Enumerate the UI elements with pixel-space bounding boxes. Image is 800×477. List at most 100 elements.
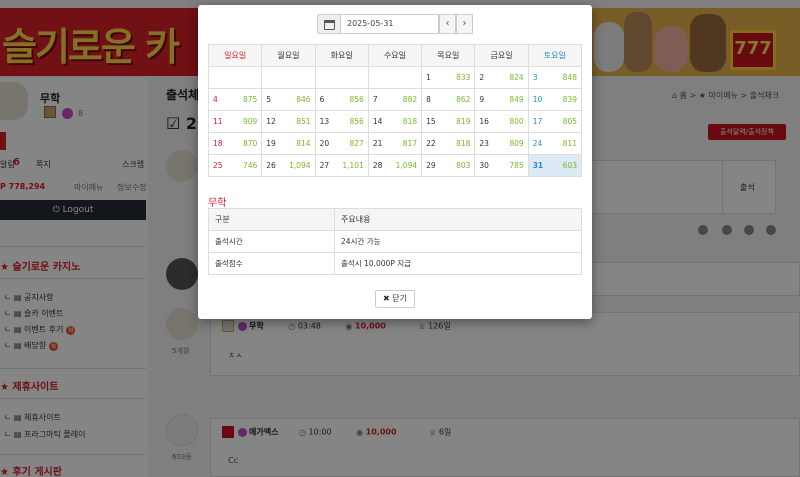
attendance-count: 1,101: [342, 161, 364, 170]
attendance-count: 856: [349, 117, 364, 126]
close-button[interactable]: ✖ 닫기: [375, 290, 415, 308]
attendance-count: 805: [562, 117, 577, 126]
calendar-empty-cell: [314, 66, 369, 89]
calendar-week-row: 11 909 12 851 13 856 14 818 15 819 16 800 17 805: [207, 110, 583, 133]
info-value: 출석시 10,000P 지급: [334, 252, 582, 275]
day-number: 30: [479, 161, 489, 170]
date-input[interactable]: 2025-05-31: [341, 14, 439, 34]
calendar-empty-cell: [367, 66, 423, 89]
attendance-count: 827: [349, 139, 364, 148]
calendar-empty-cell: [261, 66, 316, 89]
calendar-day-cell: 8 862: [421, 88, 476, 111]
attendance-count: 811: [562, 139, 577, 148]
calendar-day-cell: 19 814: [261, 132, 316, 155]
attendance-count: 909: [242, 117, 258, 126]
day-number: 22: [426, 139, 436, 148]
calendar-week-row: 1 833 2 824 3 848: [207, 66, 583, 89]
attendance-count: 818: [402, 117, 418, 126]
day-number: 24: [532, 139, 543, 148]
day-number: 17: [532, 117, 543, 126]
info-key: 출석점수: [208, 252, 335, 275]
attendance-count: 800: [509, 117, 524, 126]
attendance-count: 814: [296, 139, 311, 148]
day-number: 2: [479, 73, 485, 82]
calendar-day-cell: 30 785: [474, 154, 529, 177]
day-number: 25: [213, 161, 223, 170]
day-number: 8: [426, 95, 431, 104]
day-number: 3: [532, 73, 538, 82]
calendar-day-cell: 14 818: [367, 110, 423, 133]
calendar-day-cell: 1 833: [421, 66, 476, 89]
attendance-count: 875: [242, 95, 258, 104]
weekday-header-thu: 목요일: [421, 44, 476, 67]
modal-user-name: 무학: [208, 198, 227, 209]
calendar-day-cell: 22 818: [421, 132, 476, 155]
attendance-count: 818: [456, 139, 471, 148]
info-value: 24시간 가능: [334, 230, 582, 253]
calendar-day-cell: 28 1,094: [367, 154, 423, 177]
calendar-day-cell: 10 839: [527, 88, 583, 111]
day-number: 23: [479, 139, 489, 148]
calendar-day-cell: 27 1,101: [314, 154, 369, 177]
calendar-day-cell: 18 870: [207, 132, 263, 155]
day-number: 31: [532, 161, 544, 170]
day-number: 15: [426, 117, 436, 126]
calendar-day-cell: 15 819: [421, 110, 476, 133]
calendar-day-cell: 2 824: [474, 66, 529, 89]
calendar-day-cell: 9 849: [474, 88, 529, 111]
calendar-day-cell: 3 848: [527, 66, 583, 89]
calendar-empty-cell: [207, 66, 263, 89]
attendance-count: 809: [509, 139, 524, 148]
attendance-count: 1,094: [395, 161, 418, 170]
table-row: 출석점수 출석시 10,000P 지급: [208, 252, 582, 275]
prev-month-button[interactable]: ‹: [439, 14, 456, 34]
calendar-day-cell: 21 817: [367, 132, 423, 155]
attendance-count: 882: [402, 95, 418, 104]
attendance-count: 848: [562, 73, 577, 82]
calendar-day-cell: 11 909: [207, 110, 263, 133]
day-number: 13: [319, 117, 330, 126]
day-number: 19: [266, 139, 276, 148]
info-header: 주요내용: [334, 208, 582, 231]
weekday-header-fri: 금요일: [474, 44, 529, 67]
day-number: 20: [319, 139, 330, 148]
attendance-count: 849: [509, 95, 524, 104]
weekday-header-sun: 일요일: [207, 44, 263, 67]
calendar-day-cell: 7 882: [367, 88, 423, 111]
day-number: 7: [372, 95, 378, 104]
attendance-count: 870: [242, 139, 258, 148]
weekday-header-tue: 화요일: [314, 44, 369, 67]
day-number: 9: [479, 95, 485, 104]
day-number: 6: [319, 95, 325, 104]
day-number: 27: [319, 161, 330, 170]
day-number: 29: [426, 161, 436, 170]
calendar-day-cell: 20 827: [314, 132, 369, 155]
day-number: 18: [213, 139, 223, 148]
attendance-count: 746: [242, 161, 258, 170]
day-number: 16: [479, 117, 489, 126]
next-month-button[interactable]: ›: [456, 14, 473, 34]
info-key: 출석시간: [208, 230, 335, 253]
calendar-day-cell: 4 875: [207, 88, 263, 111]
calendar-day-cell: 16 800: [474, 110, 529, 133]
calendar-day-cell: 23 809: [474, 132, 529, 155]
calendar-week-row: 4 875 5 846 6 856 7 882 8 862 9 849 10 839: [207, 88, 583, 111]
calendar-day-cell: 5 846: [261, 88, 316, 111]
attendance-count: 846: [296, 95, 311, 104]
calendar-week-row: 25 746 26 1,094 27 1,101 28 1,094 29 803 30 785 31 60…: [207, 154, 583, 177]
calendar-icon[interactable]: [317, 14, 341, 34]
attendance-calendar: 일요일 월요일 화요일 수요일 목요일 금요일 토요일 1 833 2 824 3 848 4 875 5 8…: [207, 44, 583, 177]
day-number: 12: [266, 117, 276, 126]
attendance-count: 1,094: [289, 161, 311, 170]
calendar-day-cell: 6 856: [314, 88, 369, 111]
attendance-info-table: 구분 주요내용 출석시간 24시간 가능 출석점수 출석시 10,000P 지급: [208, 208, 582, 275]
calendar-day-cell: 25 746: [207, 154, 263, 177]
calendar-day-cell: 31 603: [527, 154, 583, 177]
attendance-count: 862: [456, 95, 471, 104]
calendar-day-cell: 17 805: [527, 110, 583, 133]
day-number: 21: [372, 139, 383, 148]
weekday-header-sat: 토요일: [527, 44, 583, 67]
attendance-count: 856: [349, 95, 364, 104]
day-number: 26: [266, 161, 276, 170]
attendance-calendar-modal: 2025-05-31 ‹ › 일요일 월요일 화요일 수요일 목요일 금요일 토요일 1 83…: [198, 5, 592, 319]
